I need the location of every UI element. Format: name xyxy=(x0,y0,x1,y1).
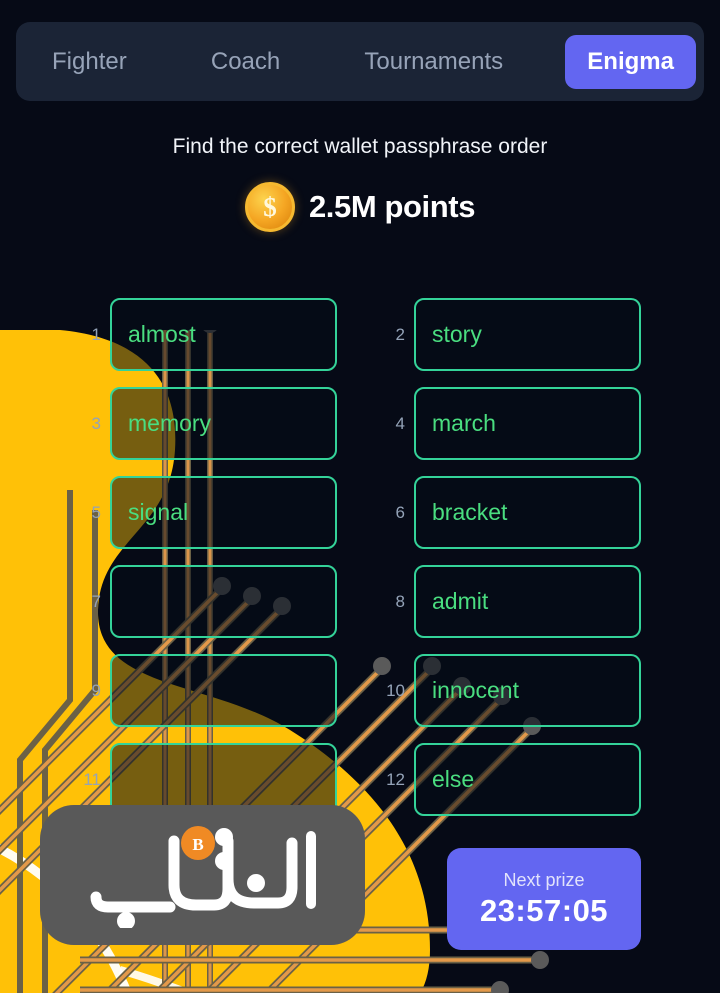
passphrase-cell-2: 2 story xyxy=(383,298,641,371)
slot-word: march xyxy=(432,410,496,436)
passphrase-cell-8: 8 admit xyxy=(383,565,641,638)
passphrase-cell-3: 3 memory xyxy=(79,387,337,460)
slot-number: 7 xyxy=(91,591,101,611)
slot-number: 8 xyxy=(395,591,405,611)
passphrase-cell-6: 6 bracket xyxy=(383,476,641,549)
slot-number: 2 xyxy=(395,324,405,344)
passphrase-slot-4[interactable]: march xyxy=(414,387,641,460)
passphrase-cell-4: 4 march xyxy=(383,387,641,460)
svg-text:B: B xyxy=(192,835,203,854)
passphrase-slot-1[interactable]: almost xyxy=(110,298,337,371)
main-tab-bar: Fighter Coach Tournaments Enigma xyxy=(16,22,704,101)
tab-fighter[interactable]: Fighter xyxy=(30,35,149,89)
slot-word: signal xyxy=(128,499,189,525)
next-prize-label: Next prize xyxy=(503,869,585,890)
slot-word: bracket xyxy=(432,499,508,525)
slot-number: 10 xyxy=(386,680,405,700)
tab-tournaments[interactable]: Tournaments xyxy=(342,35,525,89)
passphrase-cell-12: 12 else xyxy=(383,743,641,816)
slot-number: 6 xyxy=(395,502,405,522)
prize-amount: 2.5M points xyxy=(308,189,476,224)
arabic-logo-bitcoin-icon: B xyxy=(40,805,365,945)
slot-number: 1 xyxy=(91,324,101,344)
slot-number: 4 xyxy=(395,413,405,433)
passphrase-slot-9[interactable] xyxy=(110,654,337,727)
next-prize-badge[interactable]: Next prize 23:57:05 xyxy=(447,848,641,950)
tab-coach[interactable]: Coach xyxy=(189,35,302,89)
slot-word: innocent xyxy=(432,677,519,703)
slot-number: 5 xyxy=(91,502,101,522)
passphrase-slot-5[interactable]: signal xyxy=(110,476,337,549)
passphrase-slot-6[interactable]: bracket xyxy=(414,476,641,549)
passphrase-cell-10: 10 innocent xyxy=(383,654,641,727)
next-prize-countdown: 23:57:05 xyxy=(479,892,609,928)
passphrase-grid: 1 almost 2 story 3 memory 4 march 5 sign… xyxy=(0,298,720,816)
slot-word: else xyxy=(432,766,475,792)
tab-enigma[interactable]: Enigma xyxy=(565,34,696,89)
passphrase-cell-9: 9 xyxy=(79,654,337,727)
coin-symbol: $ xyxy=(263,191,277,222)
passphrase-cell-5: 5 signal xyxy=(79,476,337,549)
passphrase-slot-8[interactable]: admit xyxy=(414,565,641,638)
slot-number: 9 xyxy=(91,680,101,700)
app-root: Fighter Coach Tournaments Enigma Find th… xyxy=(0,0,720,993)
puzzle-instruction: Find the correct wallet passphrase order xyxy=(172,135,548,158)
slot-number: 11 xyxy=(83,769,101,789)
passphrase-slot-10[interactable]: innocent xyxy=(414,654,641,727)
slot-number: 3 xyxy=(91,413,101,433)
slot-word: admit xyxy=(432,588,489,614)
slot-word: almost xyxy=(128,321,196,347)
passphrase-slot-2[interactable]: story xyxy=(414,298,641,371)
passphrase-slot-7[interactable] xyxy=(110,565,337,638)
passphrase-cell-7: 7 xyxy=(79,565,337,638)
passphrase-slot-3[interactable]: memory xyxy=(110,387,337,460)
slot-word: memory xyxy=(128,410,212,436)
slot-number: 12 xyxy=(386,769,405,789)
passphrase-cell-1: 1 almost xyxy=(79,298,337,371)
slot-word: story xyxy=(432,321,482,347)
passphrase-slot-12[interactable]: else xyxy=(414,743,641,816)
prize-row: $ 2.5M points xyxy=(0,182,720,232)
coin-dollar-icon: $ xyxy=(244,182,295,232)
